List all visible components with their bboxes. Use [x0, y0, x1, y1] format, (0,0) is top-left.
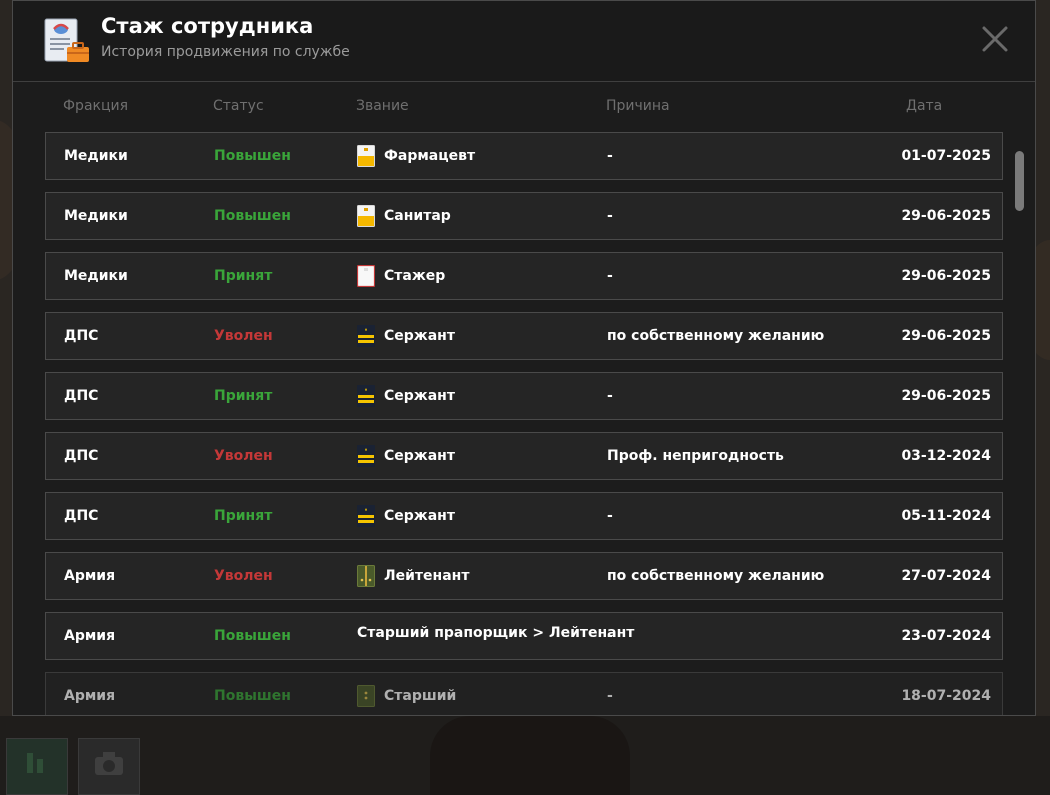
- row-status: Повышен: [214, 208, 291, 224]
- police-sergeant-icon: [357, 385, 375, 407]
- modal-header: Стаж сотрудника История продвижения по с…: [13, 1, 1035, 82]
- row-reason: -: [607, 688, 613, 704]
- row-reason: по собственному желанию: [607, 568, 825, 584]
- history-row: ДПС Уволен Сержант Проф. непригодность 03-12…: [45, 432, 1003, 480]
- row-rank-label: Фармацевт: [384, 148, 476, 164]
- row-status: Повышен: [214, 688, 291, 704]
- history-row: ДПС Принят Сержант - 05-11-2024: [45, 492, 1003, 540]
- row-reason: -: [607, 208, 613, 224]
- row-rank: Сержант: [357, 445, 455, 467]
- row-faction: Медики: [64, 208, 128, 224]
- row-reason: -: [607, 628, 613, 644]
- row-faction: ДПС: [64, 508, 99, 524]
- row-rank-label: Старший: [384, 688, 457, 704]
- row-rank: Санитар: [357, 205, 451, 227]
- row-rank-label: Стажер: [384, 268, 446, 284]
- row-faction: Армия: [64, 568, 116, 584]
- row-faction: Медики: [64, 148, 128, 164]
- scrollbar-thumb[interactable]: [1015, 151, 1024, 211]
- column-header-rank: Звание: [356, 98, 409, 114]
- row-date: 05-11-2024: [901, 508, 991, 524]
- row-date: 27-07-2024: [901, 568, 991, 584]
- modal-title: Стаж сотрудника: [101, 14, 314, 38]
- medic-rank-gold-icon: [357, 145, 375, 167]
- history-row: Армия Уволен Лейтенант по собственному жела…: [45, 552, 1003, 600]
- history-row: Медики Повышен Фармацевт - 01-07-2025: [45, 132, 1003, 180]
- row-status: Принят: [214, 388, 273, 404]
- row-rank-label: Сержант: [384, 328, 455, 344]
- history-row: ДПС Принят Сержант - 29-06-2025: [45, 372, 1003, 420]
- army-rank-icon: [357, 685, 375, 707]
- hud-slot-1[interactable]: [6, 738, 68, 795]
- row-date: 23-07-2024: [901, 628, 991, 644]
- row-reason: -: [607, 268, 613, 284]
- row-rank-label: Сержант: [384, 508, 455, 524]
- history-row: ДПС Уволен Сержант по собственному желанию 2…: [45, 312, 1003, 360]
- history-row: Армия Повышен Старший - 18-07-2024: [45, 672, 1003, 715]
- row-status: Уволен: [214, 568, 273, 584]
- row-rank: Сержант: [357, 505, 455, 527]
- row-date: 29-06-2025: [901, 208, 991, 224]
- row-rank-label: Старший прапорщик > Лейтенант: [357, 625, 635, 641]
- column-header-faction: Фракция: [63, 98, 129, 114]
- column-header-date: Дата: [906, 98, 943, 114]
- row-reason: по собственному желанию: [607, 328, 825, 344]
- row-rank-label: Сержант: [384, 388, 455, 404]
- police-sergeant-icon: [357, 505, 375, 527]
- medic-rank-gold-icon: [357, 205, 375, 227]
- row-rank: Лейтенант: [357, 565, 469, 587]
- row-date: 01-07-2025: [901, 148, 991, 164]
- row-rank-label: Санитар: [384, 208, 451, 224]
- row-status: Повышен: [214, 148, 291, 164]
- column-header-status: Статус: [213, 98, 264, 114]
- row-rank-label: Лейтенант: [384, 568, 470, 584]
- history-row: Армия Повышен Старший прапорщик > Лейтенан…: [45, 612, 1003, 660]
- row-status: Повышен: [214, 628, 291, 644]
- row-status: Принят: [214, 508, 273, 524]
- medic-rank-white-icon: [356, 264, 376, 288]
- row-faction: ДПС: [64, 448, 99, 464]
- row-rank: Старший прапорщик > Лейтенант: [357, 625, 634, 641]
- modal-subtitle: История продвижения по службе: [101, 44, 350, 60]
- row-reason: Проф. непригодность: [607, 448, 784, 464]
- camera-icon: [95, 752, 123, 775]
- row-faction: Армия: [64, 688, 116, 704]
- hud-slot-2[interactable]: [78, 738, 140, 795]
- history-row: Медики Повышен Санитар - 29-06-2025: [45, 192, 1003, 240]
- police-sergeant-icon: [357, 445, 375, 467]
- row-faction: ДПС: [64, 328, 99, 344]
- row-rank-label: Сержант: [384, 448, 455, 464]
- row-faction: Армия: [64, 628, 116, 644]
- row-date: 29-06-2025: [901, 388, 991, 404]
- hud-item-icon: [27, 753, 43, 773]
- row-rank: Сержант: [357, 385, 455, 407]
- row-date: 03-12-2024: [901, 448, 991, 464]
- row-date: 29-06-2025: [901, 328, 991, 344]
- row-status: Уволен: [214, 448, 273, 464]
- row-rank: Сержант: [357, 325, 455, 347]
- row-reason: -: [607, 388, 613, 404]
- row-reason: -: [607, 508, 613, 524]
- background-character: [430, 716, 630, 795]
- police-sergeant-icon: [357, 325, 375, 347]
- column-header-reason: Причина: [606, 98, 670, 114]
- employee-history-modal: Стаж сотрудника История продвижения по с…: [12, 0, 1036, 716]
- army-lieutenant-icon: [357, 565, 375, 587]
- close-icon[interactable]: [981, 25, 1009, 53]
- row-faction: Медики: [64, 268, 128, 284]
- row-rank: Старший: [357, 685, 456, 707]
- row-status: Уволен: [214, 328, 273, 344]
- row-date: 18-07-2024: [901, 688, 991, 704]
- row-date: 29-06-2025: [901, 268, 991, 284]
- row-reason: -: [607, 148, 613, 164]
- document-briefcase-icon: [44, 18, 89, 62]
- row-status: Принят: [214, 268, 273, 284]
- row-rank: Стажер: [356, 264, 446, 288]
- row-rank: Фармацевт: [357, 145, 475, 167]
- history-row: Медики Принят Стажер - 29-06-2025: [45, 252, 1003, 300]
- row-faction: ДПС: [64, 388, 99, 404]
